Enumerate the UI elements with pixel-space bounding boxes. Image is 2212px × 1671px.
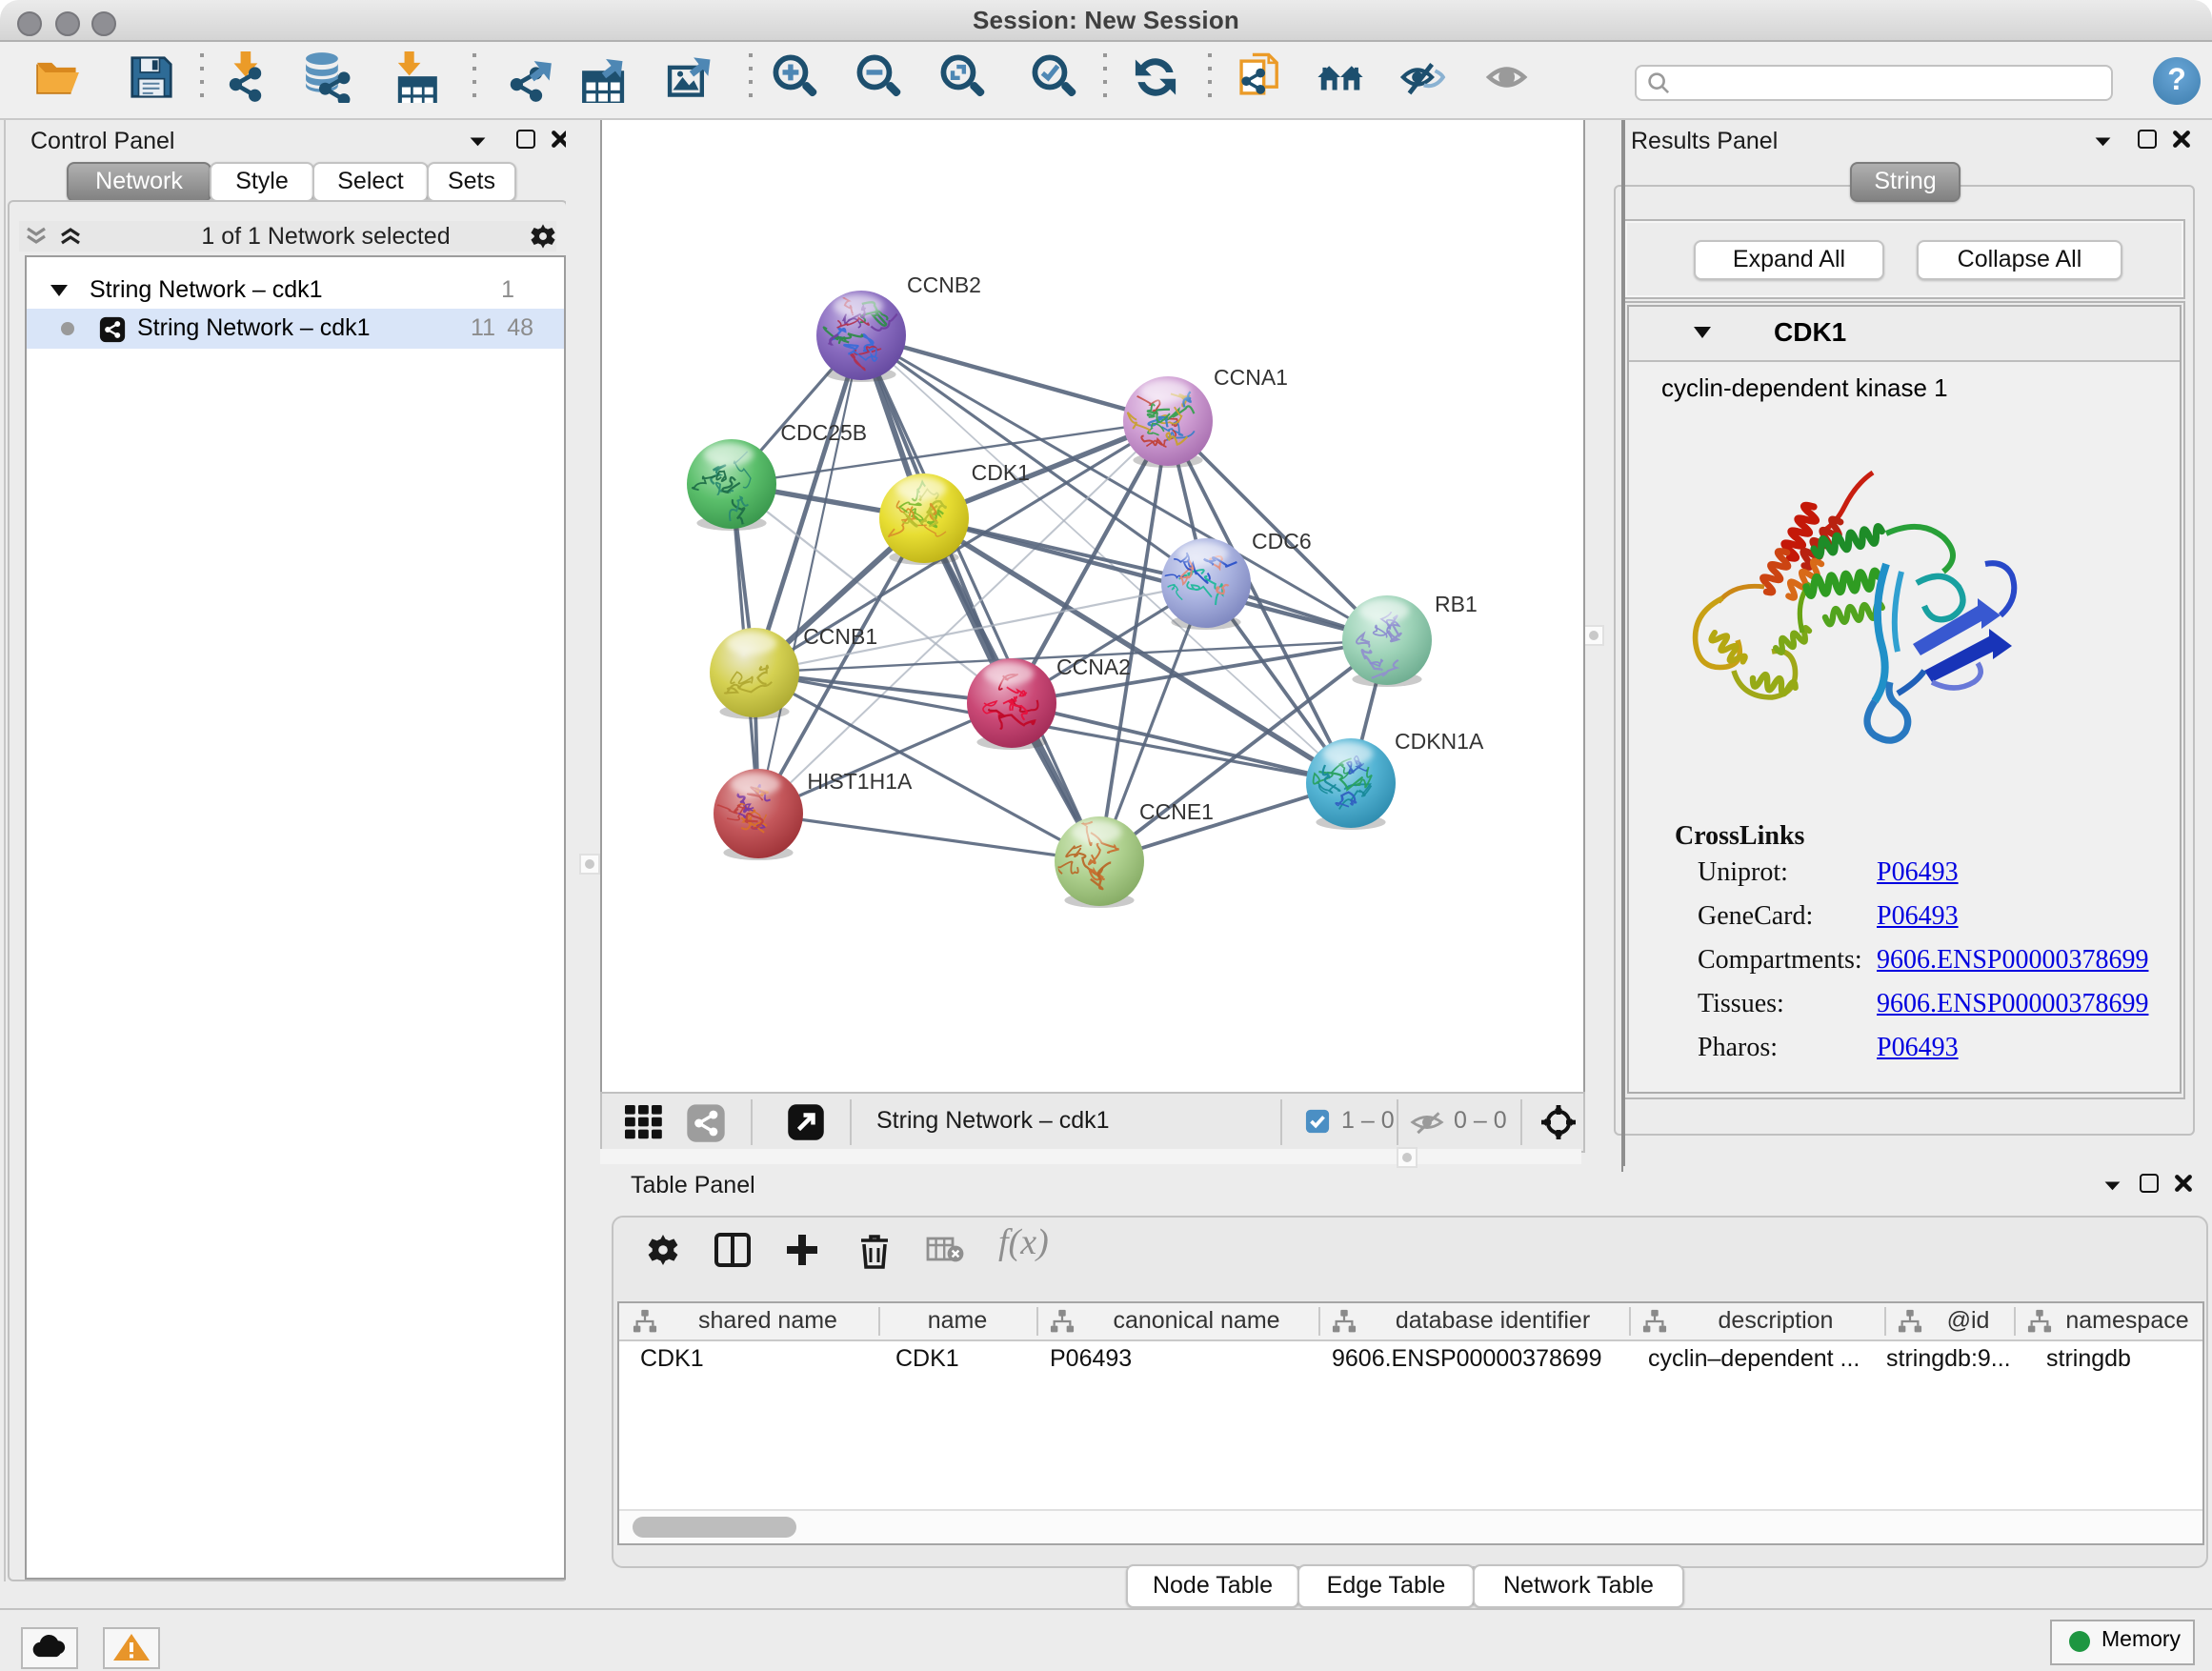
svg-text:CCNA1: CCNA1 xyxy=(1214,365,1288,390)
svg-text:CDC6: CDC6 xyxy=(1252,529,1312,554)
svg-text:RB1: RB1 xyxy=(1435,592,1478,616)
svg-text:CCNB2: CCNB2 xyxy=(907,272,981,297)
svg-text:CCNE1: CCNE1 xyxy=(1139,799,1214,824)
svg-text:HIST1H1A: HIST1H1A xyxy=(807,769,913,794)
svg-text:CDK1: CDK1 xyxy=(972,460,1030,485)
svg-text:CCNB1: CCNB1 xyxy=(803,624,877,649)
svg-text:CDC25B: CDC25B xyxy=(780,420,867,445)
svg-text:CCNA2: CCNA2 xyxy=(1056,654,1131,679)
svg-text:CDKN1A: CDKN1A xyxy=(1395,729,1484,754)
